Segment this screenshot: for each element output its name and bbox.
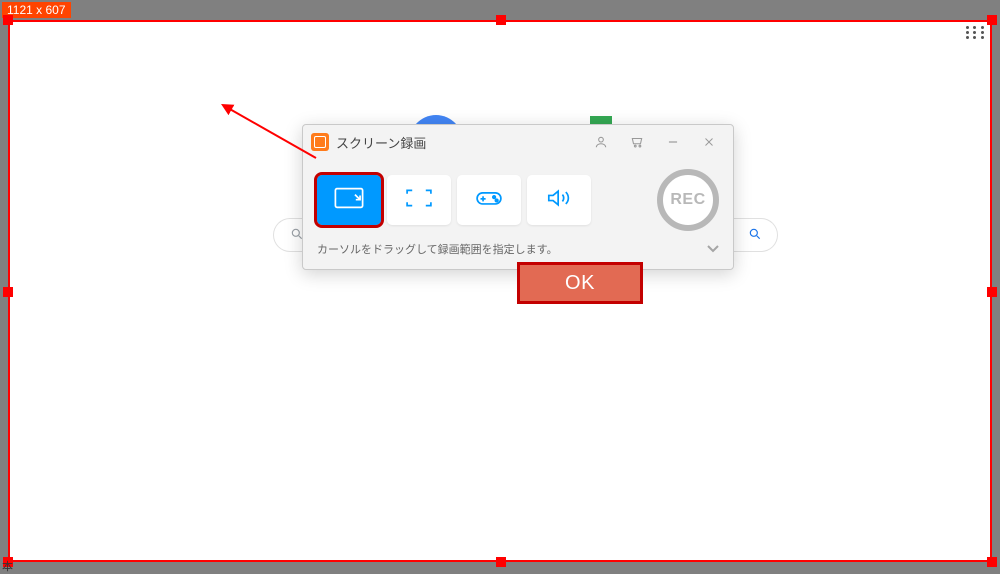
resize-handle-middle-right[interactable] — [987, 287, 997, 297]
screen-recorder-dialog: スクリーン録画 — [302, 124, 734, 270]
region-capture-button[interactable] — [317, 175, 381, 225]
ok-button[interactable]: OK — [517, 262, 643, 304]
expand-toggle[interactable] — [707, 243, 719, 256]
close-button[interactable] — [691, 128, 727, 156]
audio-capture-button[interactable] — [527, 175, 591, 225]
record-button[interactable]: REC — [657, 169, 719, 231]
corner-text: 本 — [2, 558, 13, 574]
background-search-right — [732, 218, 778, 252]
dialog-titlebar[interactable]: スクリーン録画 — [303, 125, 733, 159]
game-capture-button[interactable] — [457, 175, 521, 225]
recording-selection-rect[interactable] — [8, 20, 992, 562]
resize-handle-bottom-middle[interactable] — [496, 557, 506, 567]
gamepad-icon — [472, 184, 506, 217]
hint-text: カーソルをドラッグして録画範囲を指定します。 — [317, 241, 558, 257]
search-icon — [748, 227, 762, 244]
resize-handle-top-middle[interactable] — [496, 15, 506, 25]
resize-handle-middle-left[interactable] — [3, 287, 13, 297]
cart-button[interactable] — [619, 128, 655, 156]
resize-handle-bottom-right[interactable] — [987, 557, 997, 567]
mode-toolbar: REC — [303, 159, 733, 235]
drag-grip-icon[interactable] — [966, 26, 986, 39]
resize-handle-top-left[interactable] — [3, 15, 13, 25]
fullscreen-capture-button[interactable] — [387, 175, 451, 225]
dialog-title: スクリーン録画 — [336, 133, 426, 152]
resize-handle-top-right[interactable] — [987, 15, 997, 25]
speaker-icon — [542, 184, 576, 217]
fullscreen-icon — [402, 184, 436, 217]
region-icon — [332, 184, 366, 217]
annotation-arrow — [218, 100, 328, 170]
minimize-button[interactable] — [655, 128, 691, 156]
background-logo-fragment — [590, 116, 612, 124]
account-button[interactable] — [583, 128, 619, 156]
